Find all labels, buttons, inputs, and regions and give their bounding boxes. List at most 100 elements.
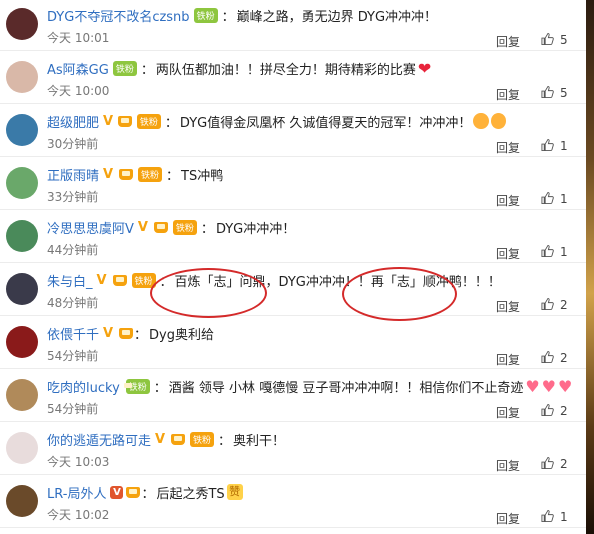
reply-button[interactable]: 回复 [496,33,520,50]
comment-line: LR-局外人 V ：后起之秀TS 赞 [47,481,506,503]
avatar[interactable] [6,273,38,305]
avatar[interactable] [6,326,38,358]
heart-emoji-icon: ♥ [525,376,540,396]
comment-line: 你的逃遁无路可走 V 铁粉：奥利干！ [47,428,506,450]
comment-list: DYG不夺冠不改名czsnb 铁粉：巅峰之路，勇无边界 DYG冲冲冲！ 今天 10:… [0,0,594,534]
username-link[interactable]: 吃肉的lucky [47,377,120,396]
avatar[interactable] [6,379,38,411]
avatar[interactable] [6,485,38,517]
verified-v-icon: V [155,431,166,447]
like-count: 2 [560,298,568,312]
comment-item: As阿森GG 铁粉：两队伍都加油！！拼尽全力！期待精彩的比赛 ❤ 今天 10:00 回复… [0,51,586,104]
comment-item: LR-局外人 V ：后起之秀TS 赞今天 10:02 回复 1 [0,475,586,528]
reply-button[interactable]: 回复 [496,192,520,209]
avatar-image [6,8,38,40]
like-count: 5 [560,86,568,100]
comment-item: DYG不夺冠不改名czsnb 铁粉：巅峰之路，勇无边界 DYG冲冲冲！ 今天 10:… [0,0,586,51]
username-link[interactable]: 依偎千千 [47,324,99,343]
username-link[interactable]: As阿森GG [47,59,109,78]
comment-text: 巅峰之路，勇无边界 DYG冲冲冲！ [236,9,438,25]
fan-crown-icon [119,327,134,339]
thumbs-up-icon[interactable] [541,350,554,364]
reply-button[interactable]: 回复 [496,245,520,262]
comment-item: 吃肉的lucky 铁粉：酒酱 领导 小林 嘎德慢 豆子哥冲冲冲啊！！相信你们不止奇… [0,369,586,422]
comment-item: 正版雨晴 V 铁粉： TS冲鸭 33分钟前 回复 1 [0,157,586,210]
comment-line: 超级肥肥 V 铁粉： DYG值得金凤凰杯 久诚值得夏天的冠军！冲冲冲！ [47,110,507,132]
reply-button[interactable]: 回复 [496,457,520,474]
username-link[interactable]: 超级肥肥 [47,112,99,131]
background-image-strip [586,0,594,534]
heart-emoji-icon: ❤ [417,58,432,78]
username-link[interactable]: 冷思思思虞阿V [47,218,134,237]
avatar-image [6,326,38,358]
avatar[interactable] [6,114,38,146]
comment-text: 两队伍都加油！！拼尽全力！期待精彩的比赛 [155,62,416,78]
comment-text: 百炼「志」问鼎，DYG冲冲冲！！再「志」顺冲鸭！！！ [174,274,501,290]
avatar[interactable] [6,61,38,93]
thumbs-up-icon[interactable] [541,32,554,46]
emoji-icon [490,113,507,129]
username-link[interactable]: 正版雨晴 [47,165,99,184]
fan-badge: 铁粉 [172,219,197,235]
username-link[interactable]: DYG不夺冠不改名czsnb [47,6,190,25]
comment-line: DYG不夺冠不改名czsnb 铁粉：巅峰之路，勇无边界 DYG冲冲冲！ [47,4,506,26]
comment-text: DYG冲冲冲！ [215,221,296,237]
verified-v-icon: V [103,113,114,129]
reply-button[interactable]: 回复 [496,139,520,156]
timestamp: 今天 10:02 [47,508,110,522]
like-count: 2 [560,404,568,418]
fan-crown-icon [112,274,127,286]
username-link[interactable]: 你的逃遁无路可走 [47,430,151,449]
timestamp: 30分钟前 [47,137,99,151]
fan-badge: 铁粉 [136,113,161,129]
avatar-image [6,220,38,252]
comment-text: Dyg奥利给 [149,327,214,343]
username-link[interactable]: 朱与白_ [47,271,93,290]
reply-button[interactable]: 回复 [496,510,520,527]
thumbs-up-icon[interactable] [541,244,554,258]
heart-emoji-icon: ♥ [558,376,573,396]
comment-line: 冷思思思虞阿V V 铁粉： DYG冲冲冲！ [47,216,506,238]
avatar[interactable] [6,432,38,464]
reply-button[interactable]: 回复 [496,86,520,103]
colon-separator: ： [153,380,167,396]
fan-badge: 铁粉 [193,7,218,23]
avatar[interactable] [6,8,38,40]
like-count: 5 [560,33,568,47]
comment-item: 超级肥肥 V 铁粉： DYG值得金凤凰杯 久诚值得夏天的冠军！冲冲冲！ 30分钟前 回复 1 [0,104,586,157]
avatar-image [6,114,38,146]
comment-line: As阿森GG 铁粉：两队伍都加油！！拼尽全力！期待精彩的比赛 ❤ [47,57,506,79]
colon-separator: ： [218,433,232,449]
avatar[interactable] [6,220,38,252]
reply-button[interactable]: 回复 [496,404,520,421]
thumbs-up-icon[interactable] [541,456,554,470]
fan-crown-icon [119,168,134,180]
verified-v-icon: V [96,272,107,288]
comment-item: 冷思思思虞阿V V 铁粉： DYG冲冲冲！ 44分钟前 回复 1 [0,210,586,263]
fan-crown-icon [153,221,168,233]
heart-emoji-icon: ♥ [541,376,557,396]
avatar-image [6,273,38,305]
thumbs-up-icon[interactable] [541,138,554,152]
avatar-image [6,432,38,464]
reply-button[interactable]: 回复 [496,298,520,315]
avatar-image [6,167,38,199]
colon-separator: ： [141,486,155,502]
username-link[interactable]: LR-局外人 [47,483,106,502]
timestamp: 44分钟前 [47,243,99,257]
fan-crown-icon [171,433,186,445]
thumbs-up-icon[interactable] [541,191,554,205]
reply-button[interactable]: 回复 [496,351,520,368]
colon-separator: ： [221,9,235,25]
fan-badge: 铁粉 [190,431,215,447]
thumbs-up-icon[interactable] [541,85,554,99]
fan-badge: 铁粉 [131,272,156,288]
avatar-image [6,485,38,517]
comment-text: 奥利干！ [233,433,286,449]
colon-separator: ： [140,62,154,78]
avatar-image [6,61,38,93]
thumbs-up-icon[interactable] [541,297,554,311]
thumbs-up-icon[interactable] [541,403,554,417]
avatar[interactable] [6,167,38,199]
thumbs-up-icon[interactable] [541,509,554,523]
